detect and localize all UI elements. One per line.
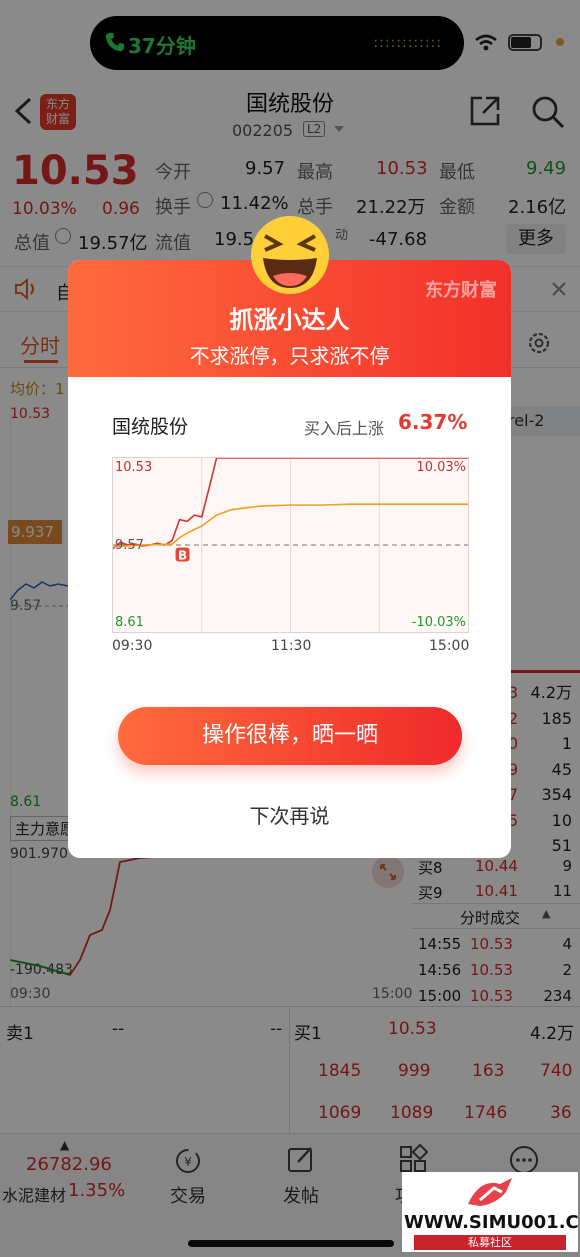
chart-x-start: 09:30 (112, 638, 153, 654)
popup-chart-svg: B (112, 457, 468, 632)
chart-y-top: 10.53 (115, 460, 153, 475)
chart-pct-bottom: -10.03% (411, 615, 466, 630)
watermark-tag: 私募社区 (414, 1235, 566, 1250)
popup-chart: B 10.53 9.57 8.61 10.03% -10.03% (112, 457, 469, 633)
popup-subtitle: 不求涨停，只求涨不停 (189, 344, 390, 368)
chart-pct-top: 10.03% (416, 460, 466, 475)
gain-label: 买入后上涨 (304, 419, 385, 438)
watermark-site: WWW.SIMU001.CN (404, 1212, 580, 1233)
share-achievement-button[interactable]: 操作很棒，晒一晒 (118, 707, 462, 765)
popup-brand: 东方财富 (425, 280, 497, 301)
popup-stock-name: 国统股份 (112, 416, 189, 438)
chart-x-end: 15:00 (429, 638, 470, 654)
achievement-popup: 东方财富 抓涨小达人 不求涨停，只求涨不停 国统股份 买入后上涨 6.37% B… (68, 260, 511, 858)
popup-title: 抓涨小达人 (229, 306, 350, 334)
chart-x-mid: 11:30 (271, 638, 312, 654)
gain-value: 6.37% (398, 410, 468, 434)
watermark-logo-icon (468, 1178, 512, 1206)
laughing-emoji-icon (251, 216, 329, 294)
chart-y-bottom: 8.61 (115, 615, 144, 630)
site-watermark: WWW.SIMU001.CN 私募社区 (402, 1172, 580, 1252)
chart-y-mid: 9.57 (115, 538, 144, 553)
dismiss-button[interactable]: 下次再说 (68, 800, 511, 829)
buy-marker-label: B (178, 548, 187, 562)
